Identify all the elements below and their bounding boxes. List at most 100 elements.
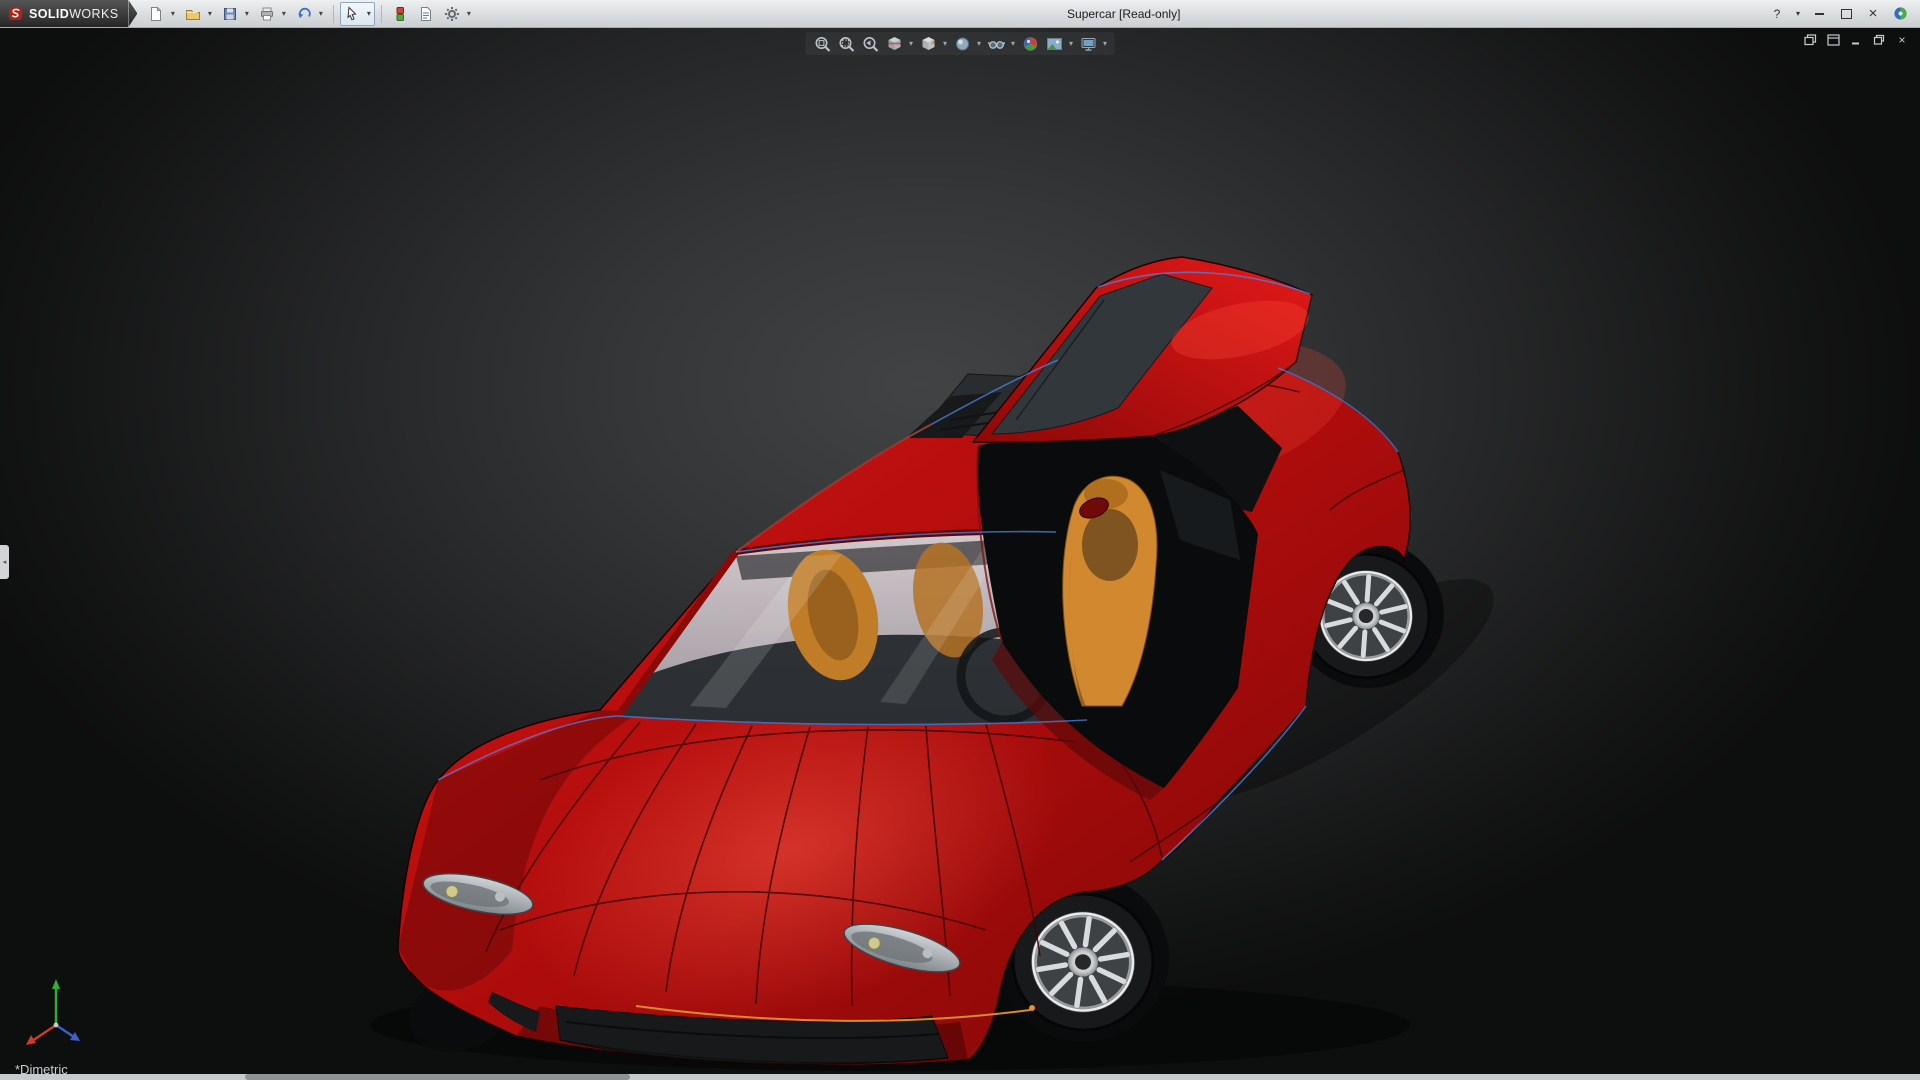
zoom-to-area-button[interactable] [835,33,858,54]
undo-dropdown[interactable]: ▾ [315,3,326,25]
apply-scene-button[interactable] [1043,33,1066,54]
hide-show-items-dropdown[interactable]: ▾ [1009,33,1018,54]
new-document-button[interactable] [145,3,167,25]
doc-close-icon: × [1898,33,1906,47]
help-button[interactable]: ? [1765,4,1789,24]
caret-icon: ▾ [976,39,981,48]
caret-icon: ▾ [466,9,471,18]
zoom-to-fit-icon [815,36,830,52]
caret-icon: ▾ [942,39,947,48]
feature-panel-collapse-tab[interactable]: ◂ [0,545,9,579]
view-orientation-button[interactable] [917,33,940,54]
hide-show-items-button[interactable] [985,33,1008,54]
edit-appearance-ball-icon [1023,36,1037,51]
new-document-icon [151,6,162,21]
view-settings-button[interactable] [1077,33,1100,54]
caret-icon: ▾ [1102,39,1107,48]
undo-group: ▾ [292,2,327,26]
help-icon: ? [1773,6,1781,21]
caret-icon: ▾ [1795,9,1800,18]
document-window-controls: × [1802,33,1910,47]
doc-close-button[interactable]: × [1894,33,1910,47]
open-dropdown[interactable]: ▾ [204,3,215,25]
toolbar-separator [333,4,335,23]
file-properties-icon [421,6,432,21]
close-button[interactable]: × [1861,4,1885,24]
display-style-button[interactable] [951,33,974,54]
previous-view-button[interactable] [859,33,882,54]
viewport-3d[interactable]: ▾ ▾ ▾ ▾ ▾ ▾ × ◂ *Dimetric [0,27,1920,1080]
section-view-button[interactable] [883,33,906,54]
open-button[interactable] [182,3,204,25]
edit-appearance-button[interactable] [1019,33,1042,54]
options-button[interactable] [441,3,463,25]
tile-windows-icon [1826,34,1840,46]
view-settings-icon [1081,37,1095,51]
view-orientation-dropdown[interactable]: ▾ [941,33,950,54]
new-document-dropdown[interactable]: ▾ [167,3,178,25]
hide-show-items-glasses-icon [987,40,1005,49]
apply-scene-dropdown[interactable]: ▾ [1067,33,1076,54]
options-dropdown[interactable]: ▾ [463,3,474,25]
brand-text: SOLIDWORKS [29,7,118,21]
rebuild-button[interactable] [389,3,411,25]
minimize-button[interactable] [1807,4,1831,24]
options-group: ▾ [440,2,475,26]
select-button[interactable] [341,3,363,25]
menu-expand-arrow[interactable] [128,0,138,27]
file-properties-button[interactable] [415,3,437,25]
zoom-to-fit-button[interactable] [811,33,834,54]
scrollbar-thumb[interactable] [245,1074,630,1080]
orientation-triad[interactable] [16,963,96,1058]
caret-icon: ▾ [908,39,913,48]
new-document-group: ▾ [144,2,179,26]
save-group: ▾ [218,2,253,26]
minimize-icon [1814,12,1824,15]
doc-cascade-button[interactable] [1802,33,1818,47]
save-dropdown[interactable]: ▾ [241,3,252,25]
collapse-arrow-icon: ◂ [2,559,7,566]
restore-button[interactable] [1834,4,1858,24]
open-group: ▾ [181,2,216,26]
display-style-dropdown[interactable]: ▾ [975,33,984,54]
caret-icon: ▾ [170,9,175,18]
undo-button[interactable] [293,3,315,25]
headsup-view-toolbar: ▾ ▾ ▾ ▾ ▾ ▾ [805,32,1115,55]
options-gear-icon [445,6,460,21]
main-toolbar: ▾ ▾ ▾ ▾ ▾ ▾ ▾ [137,1,482,26]
doc-restore-icon [1873,34,1884,45]
select-cursor-icon [347,5,357,20]
view-orientation-icon [922,36,934,50]
caret-icon: ▾ [1010,39,1015,48]
undo-icon [298,7,312,18]
doc-minimize-button[interactable] [1848,33,1864,47]
help-dropdown[interactable]: ▾ [1792,4,1804,24]
bottom-scrollbar[interactable] [0,1074,1920,1080]
brand-text-bold: SOLID [29,6,70,21]
doc-tile-button[interactable] [1825,33,1841,47]
display-style-icon [955,37,969,50]
brandmark-icon [1893,7,1907,20]
save-button[interactable] [219,3,241,25]
section-view-dropdown[interactable]: ▾ [907,33,916,54]
zoom-to-area-icon [839,36,854,52]
caret-icon: ▾ [366,9,371,18]
solidworks-logo-icon [8,6,23,21]
print-dropdown[interactable]: ▾ [278,3,289,25]
doc-minimize-icon [1851,42,1859,45]
caret-icon: ▾ [281,9,286,18]
doc-restore-button[interactable] [1871,33,1887,47]
open-folder-icon [186,9,201,20]
car-model-render [370,256,1494,1071]
rebuild-group [388,2,412,26]
caret-icon: ▾ [318,9,323,18]
select-dropdown[interactable]: ▾ [363,3,374,25]
print-button[interactable] [256,3,278,25]
menu-bar: SOLIDWORKS ▾ ▾ ▾ ▾ ▾ ▾ ▾ Supercar [Read-… [0,0,1920,28]
print-group: ▾ [255,2,290,26]
cascade-windows-icon [1803,34,1816,46]
caret-icon: ▾ [244,9,249,18]
select-group: ▾ [340,1,376,26]
view-settings-dropdown[interactable]: ▾ [1101,33,1110,54]
brandmark-button[interactable] [1888,4,1912,24]
